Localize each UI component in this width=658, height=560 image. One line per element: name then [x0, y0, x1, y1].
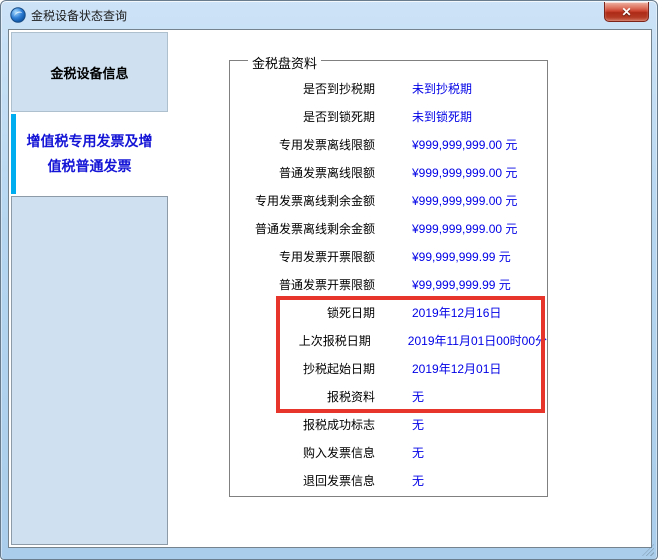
status-row: 专用发票离线剩余金额 ¥999,999,999.00 元 [230, 186, 547, 214]
status-row: 普通发票离线限额 ¥999,999,999.00 元 [230, 158, 547, 186]
field-label: 购入发票信息 [302, 445, 375, 460]
groupbox-title: 金税盘资料 [248, 53, 322, 72]
status-row: 专用发票开票限额 ¥99,999,999.99 元 [230, 242, 547, 270]
field-value: ¥999,999,999.00 元 [412, 193, 518, 208]
field-value: 未到抄税期 [412, 81, 473, 96]
field-label: 普通发票开票限额 [278, 277, 375, 292]
field-value: 未到锁死期 [412, 109, 473, 124]
sidebar-tab-label: 增值税专用发票及增值税普通发票 [26, 133, 153, 174]
status-row: 锁死日期 2019年12月16日 [230, 298, 547, 326]
field-label: 报税资料 [326, 389, 375, 404]
field-value: 2019年11月01日00时00分 [407, 333, 547, 348]
selected-tab-indicator [11, 114, 16, 194]
field-value: 无 [412, 389, 425, 404]
field-label: 专用发票离线限额 [278, 137, 375, 152]
tax-disk-groupbox: 金税盘资料 是否到抄税期 未到抄税期是否到锁死期 未到锁死期专用发票离线限额 ¥999… [229, 53, 548, 497]
status-row: 是否到锁死期 未到锁死期 [230, 102, 547, 130]
status-row: 普通发票开票限额 ¥99,999,999.99 元 [230, 270, 547, 298]
sidebar-tab-vat-invoices[interactable]: 增值税专用发票及增值税普通发票 [11, 112, 168, 196]
status-row: 专用发票离线限额 ¥999,999,999.00 元 [230, 130, 547, 158]
field-value: 无 [412, 417, 425, 432]
field-label: 报税成功标志 [302, 417, 375, 432]
field-value: 2019年12月01日 [412, 361, 502, 376]
field-value: 无 [412, 445, 425, 460]
field-label: 普通发票离线剩余金额 [254, 221, 375, 236]
status-row: 普通发票离线剩余金额 ¥999,999,999.00 元 [230, 214, 547, 242]
close-button[interactable]: ✕ [604, 2, 649, 22]
window-title: 金税设备状态查询 [31, 8, 128, 23]
field-value: ¥999,999,999.00 元 [412, 165, 518, 180]
dialog-window: 金税设备状态查询 ✕ 金税设备信息 增值税专用发票及增值税普通发票 金税盘资料 … [0, 0, 658, 560]
field-value: ¥99,999,999.99 元 [412, 277, 511, 292]
field-label: 普通发票离线限额 [278, 165, 375, 180]
field-value: ¥99,999,999.99 元 [412, 249, 511, 264]
sidebar-tab-device-info[interactable]: 金税设备信息 [11, 32, 168, 112]
field-value: ¥999,999,999.00 元 [412, 137, 518, 152]
titlebar[interactable]: 金税设备状态查询 ✕ [1, 1, 657, 29]
status-row: 退回发票信息 无 [230, 466, 547, 494]
status-rows: 是否到抄税期 未到抄税期是否到锁死期 未到锁死期专用发票离线限额 ¥999,999,9… [230, 61, 547, 494]
field-label: 锁死日期 [326, 305, 375, 320]
sidebar: 金税设备信息 增值税专用发票及增值税普通发票 [11, 32, 168, 545]
status-row: 报税资料 无 [230, 382, 547, 410]
close-icon: ✕ [621, 4, 632, 19]
field-label: 抄税起始日期 [302, 361, 375, 376]
status-row: 上次报税日期 2019年11月01日00时00分 [230, 326, 547, 354]
field-value: 无 [412, 473, 425, 488]
status-row: 抄税起始日期 2019年12月01日 [230, 354, 547, 382]
field-label: 退回发票信息 [302, 473, 375, 488]
dialog-content: 金税设备信息 增值税专用发票及增值税普通发票 金税盘资料 是否到抄税期 未到抄税期… [8, 29, 652, 548]
field-label: 是否到抄税期 [302, 81, 375, 96]
field-label: 是否到锁死期 [302, 109, 375, 124]
status-row: 报税成功标志 无 [230, 410, 547, 438]
app-icon [10, 7, 26, 23]
field-value: ¥999,999,999.00 元 [412, 221, 518, 236]
sidebar-empty-panel [11, 196, 168, 545]
field-label: 专用发票开票限额 [278, 249, 375, 264]
field-label: 上次报税日期 [298, 333, 371, 348]
field-label: 专用发票离线剩余金额 [254, 193, 375, 208]
status-row: 购入发票信息 无 [230, 438, 547, 466]
field-value: 2019年12月16日 [412, 305, 502, 320]
status-row: 是否到抄税期 未到抄税期 [230, 74, 547, 102]
